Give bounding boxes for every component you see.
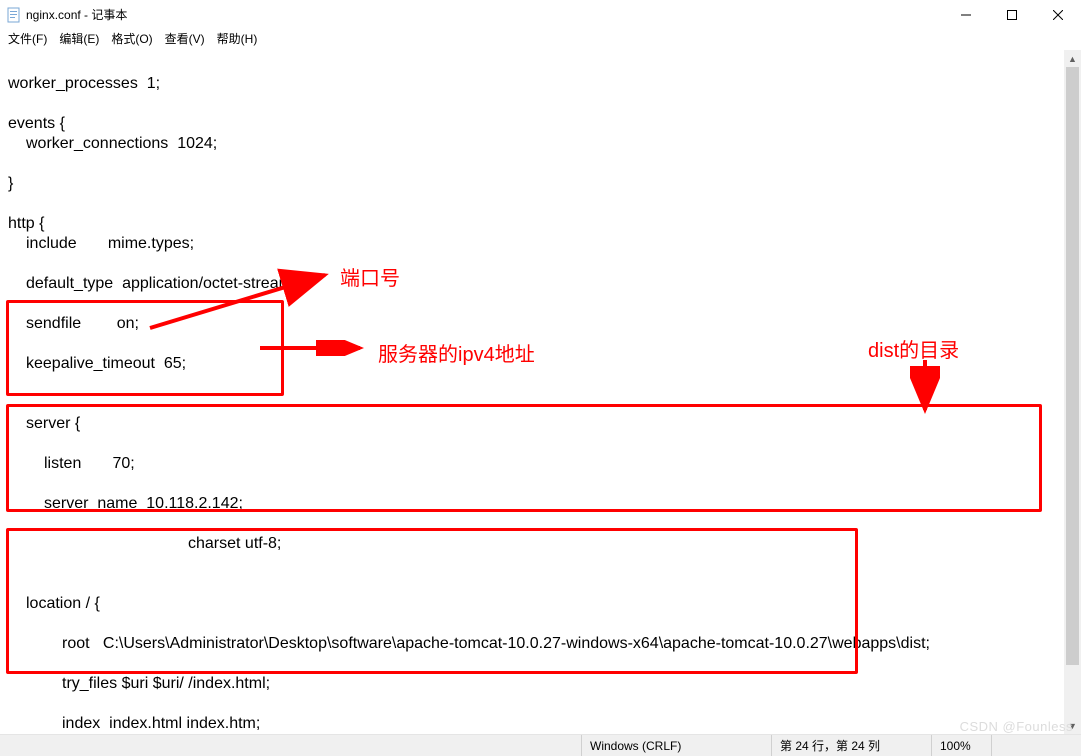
scroll-track[interactable] bbox=[1064, 67, 1081, 717]
code-line: location / { bbox=[8, 594, 1075, 614]
scroll-up-icon[interactable]: ▲ bbox=[1064, 50, 1081, 67]
menu-help[interactable]: 帮助(H) bbox=[213, 30, 262, 50]
code-line: } bbox=[8, 175, 13, 192]
menu-view[interactable]: 查看(V) bbox=[161, 30, 209, 50]
status-bar: Windows (CRLF) 第 24 行，第 24 列 100% bbox=[0, 734, 1081, 756]
window-title: nginx.conf - 记事本 bbox=[26, 6, 127, 23]
code-line: http { bbox=[8, 215, 44, 232]
app-icon bbox=[6, 7, 22, 23]
status-cursor-position: 第 24 行，第 24 列 bbox=[771, 735, 931, 756]
code-line: include mime.types; bbox=[8, 234, 1075, 254]
scroll-thumb[interactable] bbox=[1066, 67, 1079, 665]
code-line: server_name 10.118.2.142; bbox=[8, 494, 1075, 514]
code-line: events { bbox=[8, 115, 65, 132]
close-button[interactable] bbox=[1035, 0, 1081, 30]
code-line: listen 70; bbox=[8, 454, 1075, 474]
minimize-button[interactable] bbox=[943, 0, 989, 30]
status-line-ending: Windows (CRLF) bbox=[581, 735, 771, 756]
menu-bar: 文件(F) 编辑(E) 格式(O) 查看(V) 帮助(H) bbox=[0, 30, 1081, 50]
title-bar: nginx.conf - 记事本 bbox=[0, 0, 1081, 30]
code-line: default_type application/octet-stream; bbox=[8, 274, 1075, 294]
menu-format[interactable]: 格式(O) bbox=[107, 30, 156, 50]
status-zoom: 100% bbox=[931, 735, 991, 756]
menu-edit[interactable]: 编辑(E) bbox=[55, 30, 103, 50]
code-line: charset utf-8; bbox=[8, 534, 1075, 554]
code-line: worker_connections 1024; bbox=[8, 134, 1075, 154]
vertical-scrollbar[interactable]: ▲ ▼ bbox=[1064, 50, 1081, 734]
code-line: worker_processes 1; bbox=[8, 75, 160, 92]
menu-file[interactable]: 文件(F) bbox=[4, 30, 51, 50]
editor-container: worker_processes 1; events { worker_conn… bbox=[0, 50, 1081, 734]
text-editor[interactable]: worker_processes 1; events { worker_conn… bbox=[0, 50, 1081, 734]
code-line: try_files $uri $uri/ /index.html; bbox=[8, 674, 1075, 694]
code-line: root C:\Users\Administrator\Desktop\soft… bbox=[8, 634, 1075, 654]
code-line: sendfile on; bbox=[8, 314, 1075, 334]
maximize-button[interactable] bbox=[989, 0, 1035, 30]
code-line: server { bbox=[8, 414, 1075, 434]
watermark: CSDN @Founless bbox=[960, 719, 1073, 734]
code-line: keepalive_timeout 65; bbox=[8, 354, 1075, 374]
code-line: index index.html index.htm; bbox=[8, 714, 1075, 734]
